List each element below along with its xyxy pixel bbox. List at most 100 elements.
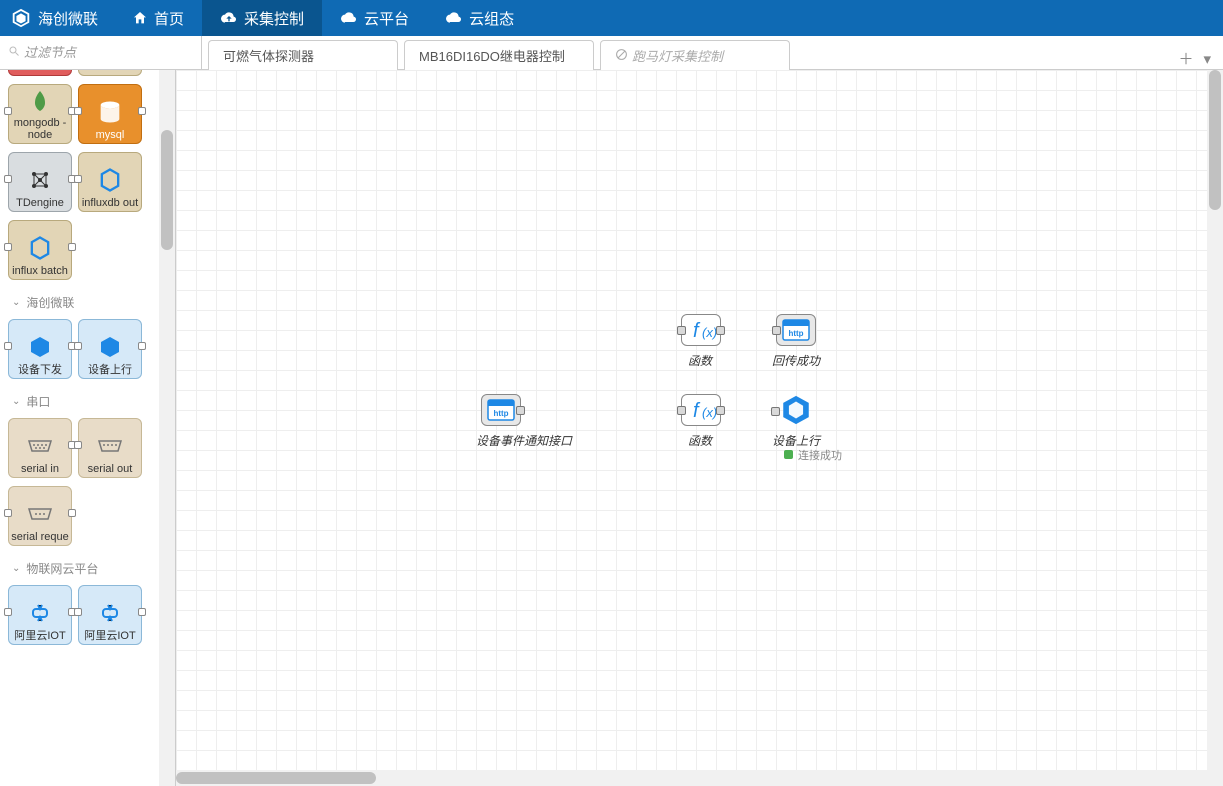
nav-cloudcfg-label: 云组态: [469, 8, 514, 29]
palette-node-tdengine[interactable]: TDengine: [8, 152, 72, 212]
nav-cloud-label: 云平台: [364, 8, 409, 29]
wires: [176, 70, 476, 220]
nav-home[interactable]: 首页: [114, 0, 202, 36]
flow-label-httpin: 设备事件通知接口: [476, 432, 572, 449]
tabs-menu-button[interactable]: ▾: [1203, 50, 1211, 68]
palette-label: serial reque: [11, 531, 68, 543]
brand-icon: [10, 7, 32, 29]
app-header: 海创微联 首页 采集控制 云平台 云组态: [0, 0, 1223, 36]
status-dot: [784, 450, 793, 459]
palette-node-devup[interactable]: 设备上行: [78, 319, 142, 379]
svg-text:http: http: [788, 329, 803, 338]
palette-cat-iot[interactable]: ⌄ 物联网云平台: [0, 550, 175, 581]
palette-label: 阿里云IOT: [84, 630, 135, 642]
palette-label: 设备上行: [88, 364, 132, 376]
devdown-icon: [18, 330, 62, 364]
palette: mongodb - node mysql TDengine influx: [0, 70, 176, 786]
palette-label: TDengine: [16, 197, 64, 209]
palette-node-mongodb[interactable]: mongodb - node: [8, 84, 72, 144]
palette-label: mysql: [96, 129, 125, 141]
chevron-down-icon: ⌄: [12, 396, 20, 407]
canvas-scrollbar-h[interactable]: [176, 770, 1207, 786]
http-in-icon: http: [486, 398, 516, 422]
tab-3[interactable]: 跑马灯采集控制: [600, 40, 790, 70]
cat-label: 海创微联: [26, 294, 74, 311]
palette-scrollbar[interactable]: [159, 70, 175, 786]
function-icon: f(x): [685, 397, 717, 423]
palette-node-serialin[interactable]: serial in: [8, 418, 72, 478]
filter-box: [0, 36, 202, 69]
function-icon: f(x): [685, 317, 717, 343]
cat-label: 串口: [26, 393, 50, 410]
flow-node-func2[interactable]: f(x): [681, 394, 721, 426]
palette-node-serialout[interactable]: serial out: [78, 418, 142, 478]
tab-2[interactable]: MB16DI16DO继电器控制: [404, 40, 594, 70]
tab-2-label: MB16DI16DO继电器控制: [419, 46, 565, 65]
palette-label: serial out: [88, 463, 133, 475]
palette-node-influxin[interactable]: [78, 70, 142, 76]
mongodb-icon: [18, 85, 62, 117]
devup-icon: [776, 393, 816, 427]
aliiot-icon: [88, 596, 132, 630]
tdengine-icon: [18, 163, 62, 197]
palette-label: mongodb - node: [9, 117, 71, 141]
tab-1[interactable]: 可燃气体探测器: [208, 40, 398, 70]
flow-node-func1[interactable]: f(x): [681, 314, 721, 346]
serial-icon: [18, 429, 62, 463]
filter-input[interactable]: [24, 45, 193, 60]
svg-text:f: f: [693, 320, 701, 342]
svg-text:http: http: [493, 409, 508, 418]
body: mongodb - node mysql TDengine influx: [0, 70, 1223, 786]
chevron-down-icon: ⌄: [12, 297, 20, 308]
nav-cloud[interactable]: 云平台: [322, 0, 427, 36]
svg-text:(x): (x): [702, 325, 717, 340]
svg-text:f: f: [693, 400, 701, 422]
tabs: 可燃气体探测器 MB16DI16DO继电器控制 跑马灯采集控制 ＋ ▾: [202, 36, 1223, 69]
flow-label-httpout: 回传成功: [772, 352, 820, 369]
nav-collect-label: 采集控制: [244, 8, 304, 29]
devup-icon: [88, 330, 132, 364]
canvas-scrollbar-v[interactable]: [1207, 70, 1223, 786]
canvas-wrap: http 设备事件通知接口 f(x) 函数 f(x) 函数 http 回传成功: [176, 70, 1223, 786]
palette-label: influx batch: [12, 265, 68, 277]
palette-label: influxdb out: [82, 197, 138, 209]
svg-text:(x): (x): [702, 405, 717, 420]
cat-label: 物联网云平台: [26, 560, 98, 577]
disabled-icon: [615, 48, 628, 64]
palette-node-mysql[interactable]: mysql: [78, 84, 142, 144]
status-text: 连接成功: [798, 447, 842, 463]
palette-node-red[interactable]: [8, 70, 72, 76]
palette-cat-hcwl[interactable]: ⌄ 海创微联: [0, 284, 175, 315]
tab-1-label: 可燃气体探测器: [223, 46, 314, 65]
nav-collect[interactable]: 采集控制: [202, 0, 322, 36]
palette-node-serialreq[interactable]: serial reque: [8, 486, 72, 546]
nav-home-label: 首页: [154, 8, 184, 29]
flow-canvas[interactable]: http 设备事件通知接口 f(x) 函数 f(x) 函数 http 回传成功: [176, 70, 1223, 786]
nav-cloudcfg[interactable]: 云组态: [427, 0, 532, 36]
flow-node-httpin[interactable]: http: [481, 394, 521, 426]
palette-label: serial in: [21, 463, 59, 475]
palette-cat-serial[interactable]: ⌄ 串口: [0, 383, 175, 414]
aliiot-icon: [18, 596, 62, 630]
brand-title: 海创微联: [38, 8, 98, 29]
serial-icon: [18, 497, 62, 531]
palette-node-aliiot1[interactable]: 阿里云IOT: [8, 585, 72, 645]
chevron-down-icon: ⌄: [12, 563, 20, 574]
tabs-right: ＋ ▾: [1166, 48, 1223, 69]
palette-node-devdown[interactable]: 设备下发: [8, 319, 72, 379]
palette-node-aliiot2[interactable]: 阿里云IOT: [78, 585, 142, 645]
http-out-icon: http: [781, 318, 811, 342]
mysql-icon: [88, 95, 132, 129]
palette-node-influxbatch[interactable]: influx batch: [8, 220, 72, 280]
palette-node-influxout[interactable]: influxdb out: [78, 152, 142, 212]
tabs-row: 可燃气体探测器 MB16DI16DO继电器控制 跑马灯采集控制 ＋ ▾: [0, 36, 1223, 70]
serial-icon: [88, 429, 132, 463]
flow-label-func1: 函数: [688, 352, 712, 369]
add-tab-button[interactable]: ＋: [1178, 48, 1193, 69]
flow-label-func2: 函数: [688, 432, 712, 449]
palette-label: 设备下发: [18, 364, 62, 376]
influxbatch-icon: [18, 231, 62, 265]
flow-node-httpout[interactable]: http: [776, 314, 816, 346]
flow-node-devup[interactable]: [776, 394, 816, 426]
tab-3-label: 跑马灯采集控制: [632, 46, 723, 65]
